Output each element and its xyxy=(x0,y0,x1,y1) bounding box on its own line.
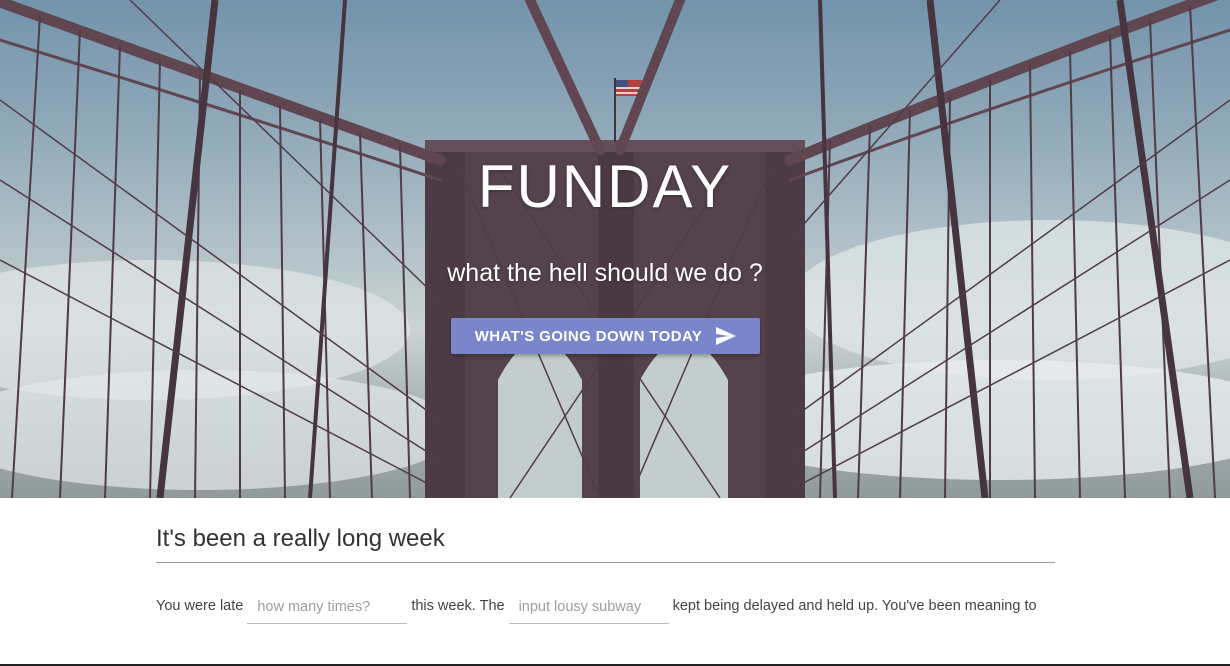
send-icon xyxy=(716,327,737,345)
section-divider xyxy=(156,562,1055,563)
story-section: It's been a really long week You were la… xyxy=(156,498,1055,624)
site-tagline: what the hell should we do ? xyxy=(447,259,763,287)
section-heading: It's been a really long week xyxy=(156,525,445,552)
hero-banner: FUNDAY what the hell should we do ? WHAT… xyxy=(0,0,1230,498)
cta-button-label: WHAT'S GOING DOWN TODAY xyxy=(474,327,703,345)
madlib-text-3: kept being delayed and held up. You've b… xyxy=(672,598,1037,614)
site-title: FUNDAY xyxy=(477,153,733,220)
madlib-text-2: this week. The xyxy=(411,598,505,614)
madlib-paragraph: You were late this week. The kept being … xyxy=(156,590,1055,624)
page: FUNDAY what the hell should we do ? WHAT… xyxy=(0,0,1230,666)
whats-going-down-today-button[interactable]: WHAT'S GOING DOWN TODAY xyxy=(451,318,760,354)
madlib-text-1: You were late xyxy=(156,598,244,614)
subway-line-input[interactable] xyxy=(508,590,669,624)
hero-content: FUNDAY what the hell should we do ? WHAT… xyxy=(0,0,1230,498)
times-late-input[interactable] xyxy=(247,590,408,624)
